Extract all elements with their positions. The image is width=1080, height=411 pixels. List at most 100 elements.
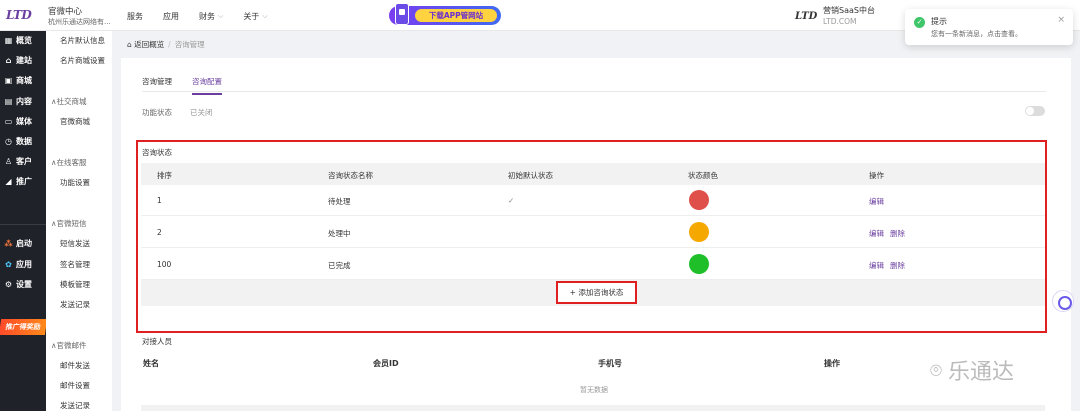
table-row: 2 处理中 编辑 删除 — [141, 217, 1045, 248]
breadcrumb-back[interactable]: ⌂ 返回概览 — [127, 39, 164, 50]
nav-label: 关于 — [243, 12, 260, 21]
column-header: 会员ID — [373, 359, 399, 368]
clock-icon: ◷ — [5, 137, 12, 146]
table-footer — [141, 405, 1045, 411]
success-icon: ✓ — [914, 17, 925, 28]
saas-logo[interactable]: LTD — [795, 11, 817, 22]
sub-item[interactable]: 签名管理 — [60, 259, 90, 270]
sub-item[interactable]: 发送记录 — [60, 400, 90, 411]
sidebar-item-content[interactable]: ▤ 内容 — [4, 96, 32, 107]
sidebar-item-settings[interactable]: ⚙ 设置 — [4, 279, 32, 290]
table-row: 100 已完成 编辑 删除 — [141, 249, 1045, 280]
nav-label: 财务 — [199, 12, 215, 21]
sidebar-item-label: 内容 — [16, 97, 32, 106]
column-header: 排序 — [157, 171, 172, 180]
status-color-swatch — [689, 190, 709, 210]
sidebar-item-label: 数据 — [16, 137, 32, 146]
sub-group-label: 官微短信 — [56, 219, 87, 228]
function-status-toggle[interactable] — [1025, 106, 1045, 116]
tab-bar: 咨询管理 咨询配置 — [142, 76, 222, 95]
sub-item[interactable]: 名片默认信息 — [60, 35, 105, 46]
add-status-button[interactable]: + 添加咨询状态 — [556, 281, 637, 304]
edit-link[interactable]: 编辑 — [869, 196, 884, 207]
status-section-title: 咨询状态 — [142, 148, 172, 157]
sidebar-item-customer[interactable]: ♙ 客户 — [4, 156, 32, 167]
status-table-header: 排序 咨询状态名称 初始默认状态 状态颜色 操作 — [141, 163, 1045, 185]
edit-link[interactable]: 编辑 — [869, 228, 884, 239]
status-color-swatch — [689, 254, 709, 274]
contact-section-title: 对接人员 — [142, 337, 172, 346]
nav-about[interactable]: 关于 ⌵ — [243, 11, 267, 22]
function-status-label: 功能状态 — [142, 108, 172, 117]
promo-banner[interactable]: 推广得奖励 — [0, 319, 48, 335]
watermark-text: 乐通达 — [948, 360, 1015, 385]
support-icon[interactable] — [1052, 290, 1074, 312]
download-app-banner[interactable]: 下载APP管网站 — [389, 3, 501, 25]
notification-message[interactable]: 您有一条新消息，点击查看。 — [931, 29, 1022, 39]
sidebar-item-shop[interactable]: ▣ 商城 — [4, 75, 32, 86]
empty-state: 暂无数据 — [580, 386, 608, 394]
sub-item[interactable]: 发送记录 — [60, 299, 90, 310]
sidebar-item-apps[interactable]: ✿ 应用 — [4, 259, 32, 270]
sidebar-item-label: 建站 — [16, 56, 32, 65]
breadcrumb-back-label: 返回概览 — [134, 40, 165, 49]
main-sidebar: ▦ 概览 ⌂ 建站 ▣ 商城 ▤ 内容 ▭ 媒体 ◷ 数据 ♙ 客户 ◢ 推广 ⁂ 启动 ✿ 应用 … — [0, 31, 48, 411]
column-header: 手机号 — [598, 359, 622, 368]
saas-subtitle: LTD.COM — [823, 17, 857, 26]
sidebar-item-promote[interactable]: ◢ 推广 — [4, 176, 32, 187]
sidebar-item-label: 概览 — [16, 36, 32, 45]
column-header: 初始默认状态 — [508, 171, 553, 180]
sidebar-item-label: 商城 — [16, 76, 32, 85]
sidebar-item-label: 启动 — [16, 239, 32, 248]
sub-item[interactable]: 邮件设置 — [60, 380, 90, 391]
tab-divider — [142, 91, 1046, 92]
column-header: 操作 — [824, 359, 840, 368]
sub-item[interactable]: 功能设置 — [60, 177, 90, 188]
delete-link[interactable]: 删除 — [890, 228, 905, 239]
nav-apps[interactable]: 应用 — [163, 11, 179, 22]
cell-name: 待处理 — [328, 197, 351, 206]
close-icon[interactable]: × — [1057, 15, 1065, 25]
sidebar-item-media[interactable]: ▭ 媒体 — [4, 116, 32, 127]
contact-table-header: 姓名 会员ID 手机号 操作 — [141, 352, 1045, 372]
sidebar-item-overview[interactable]: ▦ 概览 — [4, 35, 32, 46]
breadcrumb: ⌂ 返回概览 / 咨询管理 — [127, 39, 205, 50]
brand-title: 官微中心 — [48, 7, 83, 17]
tab-consult-manage[interactable]: 咨询管理 — [142, 76, 172, 95]
banner-text: 下载APP管网站 — [415, 9, 497, 22]
document-icon: ▤ — [4, 97, 13, 106]
home-icon: ⌂ — [5, 56, 12, 65]
sidebar-item-launch[interactable]: ⁂ 启动 — [4, 238, 32, 249]
nav-service[interactable]: 服务 — [127, 11, 143, 22]
sub-group-social-shop[interactable]: ∧社交商城 — [51, 96, 87, 107]
sidebar-item-label: 设置 — [16, 280, 32, 289]
sidebar-item-site[interactable]: ⌂ 建站 — [4, 55, 32, 66]
tab-consult-config[interactable]: 咨询配置 — [192, 76, 222, 95]
sub-sidebar: 名片默认信息 名片商城设置 ∧社交商城 官微商城 ∧在线客服 功能设置 ∧官微短… — [46, 31, 112, 411]
column-header: 操作 — [869, 171, 884, 180]
sub-item[interactable]: 名片商城设置 — [60, 55, 105, 66]
sub-item[interactable]: 短信发送 — [60, 238, 90, 249]
cell-name: 处理中 — [328, 229, 351, 238]
check-icon: ✓ — [508, 196, 515, 205]
chevron-down-icon: ⌵ — [218, 12, 224, 20]
notification-toast[interactable]: ✓ 提示 您有一条新消息，点击查看。 × — [905, 9, 1073, 45]
sub-item[interactable]: 模板管理 — [60, 279, 90, 290]
edit-link[interactable]: 编辑 — [869, 260, 884, 271]
sidebar-item-label: 应用 — [16, 260, 32, 269]
nav-finance[interactable]: 财务 ⌵ — [199, 11, 223, 22]
gear-icon: ⚙ — [4, 280, 13, 289]
apps-icon: ✿ — [5, 260, 12, 269]
delete-link[interactable]: 删除 — [890, 260, 905, 271]
sub-group-email[interactable]: ∧官微邮件 — [51, 340, 87, 351]
table-row: 1 待处理 ✓ 编辑 — [141, 185, 1045, 216]
sub-group-online-service[interactable]: ∧在线客服 — [51, 157, 87, 168]
sub-item[interactable]: 邮件发送 — [60, 360, 90, 371]
sub-item[interactable]: 官微商城 — [60, 116, 90, 127]
brand-logo[interactable]: LTD — [6, 8, 32, 22]
sub-group-sms[interactable]: ∧官微短信 — [51, 218, 87, 229]
cell-order: 100 — [157, 260, 172, 269]
sub-group-label: 社交商城 — [56, 97, 87, 106]
sidebar-item-data[interactable]: ◷ 数据 — [4, 136, 32, 147]
column-header: 姓名 — [143, 359, 159, 368]
